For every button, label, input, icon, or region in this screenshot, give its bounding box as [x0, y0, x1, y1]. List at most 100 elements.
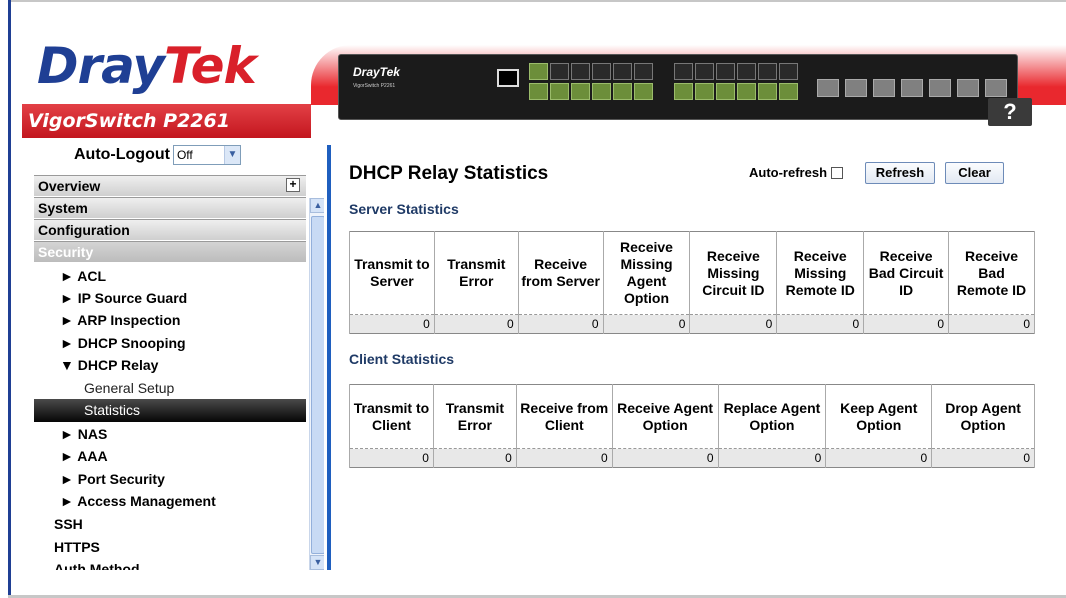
sidebar-scrollbar[interactable]: ▲ ▼: [309, 198, 324, 570]
port-block-2: [674, 63, 798, 100]
port-block-1: [529, 63, 653, 100]
chevron-down-icon: ▼: [223, 146, 240, 164]
nav-item-https[interactable]: HTTPS: [54, 539, 100, 555]
port-icon: [758, 63, 777, 80]
nav-group-label: Configuration: [38, 222, 130, 238]
table-cell: 0: [515, 448, 613, 468]
scrollbar-thumb[interactable]: [311, 216, 324, 554]
nav-sub-general-setup[interactable]: General Setup: [84, 380, 174, 396]
nav-group-security[interactable]: Security: [34, 241, 306, 262]
expand-plus-icon[interactable]: +: [286, 178, 300, 192]
nav-item-acl[interactable]: ► ACL: [60, 268, 106, 284]
table-cell: 0: [432, 448, 517, 468]
panel-divider: [327, 145, 331, 570]
server-statistics-title: Server Statistics: [349, 201, 459, 217]
port-icon: [674, 83, 693, 100]
nav-item-dhcp-relay[interactable]: ▼ DHCP Relay: [60, 357, 158, 373]
table-cell: 0: [931, 448, 1035, 468]
nav-item-port-security[interactable]: ► Port Security: [60, 471, 165, 487]
table-cell: 0: [517, 314, 604, 334]
column-header: Transmit Error: [432, 384, 517, 449]
port-icon: [571, 63, 590, 80]
column-header: Receive Bad Remote ID: [948, 231, 1035, 315]
refresh-button[interactable]: Refresh: [865, 162, 935, 184]
scroll-up-icon[interactable]: ▲: [310, 198, 324, 213]
sfp-port-icon: [845, 79, 867, 97]
scroll-down-icon[interactable]: ▼: [310, 555, 324, 570]
auto-logout-select[interactable]: Off ▼: [172, 145, 241, 165]
sfp-port-icon: [957, 79, 979, 97]
column-header: Receive Missing Circuit ID: [689, 231, 778, 315]
table-header-row: Transmit to Client Transmit Error Receiv…: [349, 384, 1035, 449]
column-header: Transmit to Server: [349, 231, 435, 315]
model-bar: VigorSwitch P2261: [22, 104, 311, 138]
nav-item-aaa[interactable]: ► AAA: [60, 448, 108, 464]
table-cell: 0: [776, 314, 865, 334]
nav-group-overview[interactable]: Overview +: [34, 175, 306, 196]
nav-group-system[interactable]: System: [34, 197, 306, 218]
auto-refresh: Auto-refresh: [749, 165, 844, 180]
nav-group-configuration[interactable]: Configuration: [34, 219, 306, 240]
sfp-port-icon: [901, 79, 923, 97]
main-content: DHCP Relay Statistics Auto-refresh Refre…: [332, 145, 1047, 570]
draytek-logo: DrayTek: [37, 37, 257, 95]
nav-item-nas[interactable]: ► NAS: [60, 426, 107, 442]
sfp-block-2: [929, 79, 1007, 97]
auto-refresh-label: Auto-refresh: [749, 165, 828, 180]
browser-frame: DrayTek VigorSwitch P2261 DrayTek VigorS…: [0, 0, 1066, 598]
table-cell: 0: [689, 314, 778, 334]
nav-group-label: Overview: [38, 178, 101, 194]
port-icon: [695, 63, 714, 80]
port-icon: [695, 83, 714, 100]
help-button[interactable]: ?: [988, 98, 1032, 126]
nav-group-label: Security: [38, 244, 94, 260]
sfp-port-icon: [985, 79, 1007, 97]
table-header-row: Transmit to Server Transmit Error Receiv…: [349, 231, 1035, 315]
sfp-block-1: [817, 79, 923, 97]
nav-item-dhcp-snooping[interactable]: ► DHCP Snooping: [60, 335, 186, 351]
column-header: Drop Agent Option: [931, 384, 1035, 449]
console-port-icon: [497, 69, 519, 87]
nav-group-label: System: [38, 200, 88, 216]
clear-button[interactable]: Clear: [945, 162, 1004, 184]
table-row: 0 0 0 0 0 0 0: [349, 448, 1035, 468]
port-icon: [550, 63, 569, 80]
auto-refresh-checkbox[interactable]: [831, 166, 844, 179]
nav-sub-statistics[interactable]: Statistics: [84, 402, 140, 418]
table-cell: 0: [717, 448, 827, 468]
sfp-port-icon: [929, 79, 951, 97]
server-statistics-table: Transmit to Server Transmit Error Receiv…: [349, 231, 1035, 334]
nav-item-ssh[interactable]: SSH: [54, 516, 83, 532]
table-cell: 0: [948, 314, 1035, 334]
table-cell: 0: [863, 314, 950, 334]
port-icon: [571, 83, 590, 100]
column-header: Receive Bad Circuit ID: [863, 231, 950, 315]
column-header: Replace Agent Option: [717, 384, 827, 449]
logo-dray: Dray: [37, 37, 165, 95]
port-icon: [634, 83, 653, 100]
table-cell: 0: [611, 448, 719, 468]
table-cell: 0: [349, 314, 435, 334]
column-header: Receive Missing Remote ID: [776, 231, 865, 315]
device-panel-image: DrayTek VigorSwitch P2261: [338, 54, 1018, 120]
nav-item-arp-inspection[interactable]: ► ARP Inspection: [60, 312, 180, 328]
sfp-port-icon: [817, 79, 839, 97]
port-icon: [758, 83, 777, 100]
nav-item-auth-method[interactable]: Auth Method: [54, 561, 140, 570]
nav-item-access-management[interactable]: ► Access Management: [60, 493, 216, 509]
port-icon: [550, 83, 569, 100]
port-icon: [529, 63, 548, 80]
page-title: DHCP Relay Statistics: [349, 163, 549, 184]
column-header: Transmit to Client: [349, 384, 434, 449]
port-icon: [737, 83, 756, 100]
column-header: Keep Agent Option: [825, 384, 933, 449]
column-header: Receive from Client: [515, 384, 613, 449]
column-header: Transmit Error: [433, 231, 519, 315]
auto-logout-label: Auto-Logout: [74, 146, 170, 163]
port-icon: [674, 63, 693, 80]
nav-item-ip-source-guard[interactable]: ► IP Source Guard: [60, 290, 187, 306]
sfp-port-icon: [873, 79, 895, 97]
frame-top-edge: [8, 0, 1066, 2]
port-icon: [779, 83, 798, 100]
table-cell: 0: [349, 448, 434, 468]
